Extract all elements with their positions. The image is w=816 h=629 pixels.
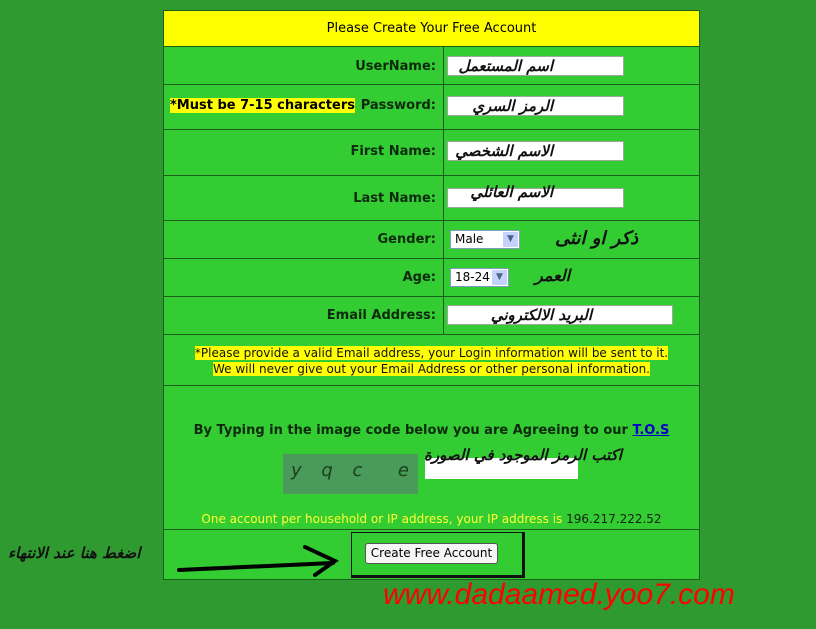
age-value: 18-24 [455,270,490,284]
watermark: www.dadaamed.yoo7.com [383,578,735,611]
email-notice: *Please provide a valid Email address, y… [163,345,700,377]
tos-link[interactable]: T.O.S [632,423,669,438]
age-select[interactable]: 18-24 ▼ [450,268,509,287]
ip-address: 196.217.222.52 [566,512,662,526]
ip-notice: One account per household or IP address,… [163,512,700,526]
chevron-down-icon: ▼ [503,232,518,247]
chevron-down-icon: ▼ [492,270,507,285]
username-label: UserName: [355,59,436,74]
username-input[interactable]: اسم المستعمل [447,56,624,76]
captcha-note: اكتب الرمز الموجود في الصورة [424,446,622,464]
age-label: Age: [402,270,436,285]
gender-label: Gender: [377,232,436,247]
lastname-input[interactable]: الاسم العائلي [447,185,624,208]
gender-value: Male [455,232,484,246]
ip-notice-text: One account per household or IP address,… [201,512,563,526]
tos-text: By Typing in the image code below you ar… [163,423,700,438]
submit-note: اضغط هنا عند الانتهاء [8,544,141,562]
firstname-label: First Name: [350,144,436,159]
password-input[interactable]: الرمز السري [447,96,624,116]
firstname-input[interactable]: الاسم الشخصي [447,141,624,161]
password-hint: *Must be 7-15 characters [170,98,355,113]
create-account-button[interactable]: Create Free Account [365,543,498,564]
email-input[interactable]: البريد الالكتروني [447,305,673,325]
email-label: Email Address: [326,308,436,323]
gender-note: ذكر او انثى [555,228,639,249]
email-notice-line-1: *Please provide a valid Email address, y… [194,346,669,360]
tos-sentence: By Typing in the image code below you ar… [193,423,628,438]
password-label: Password: [360,98,436,113]
age-note: العمر [535,266,571,285]
lastname-label: Last Name: [353,191,436,206]
arrow-icon [177,545,339,577]
gender-select[interactable]: Male ▼ [450,230,520,249]
email-notice-line-2: We will never give out your Email Addres… [212,362,650,376]
form-title: Please Create Your Free Account [163,10,700,47]
captcha-image: y q c e n [283,454,440,494]
captcha-image-text: y q c e n [291,460,445,481]
